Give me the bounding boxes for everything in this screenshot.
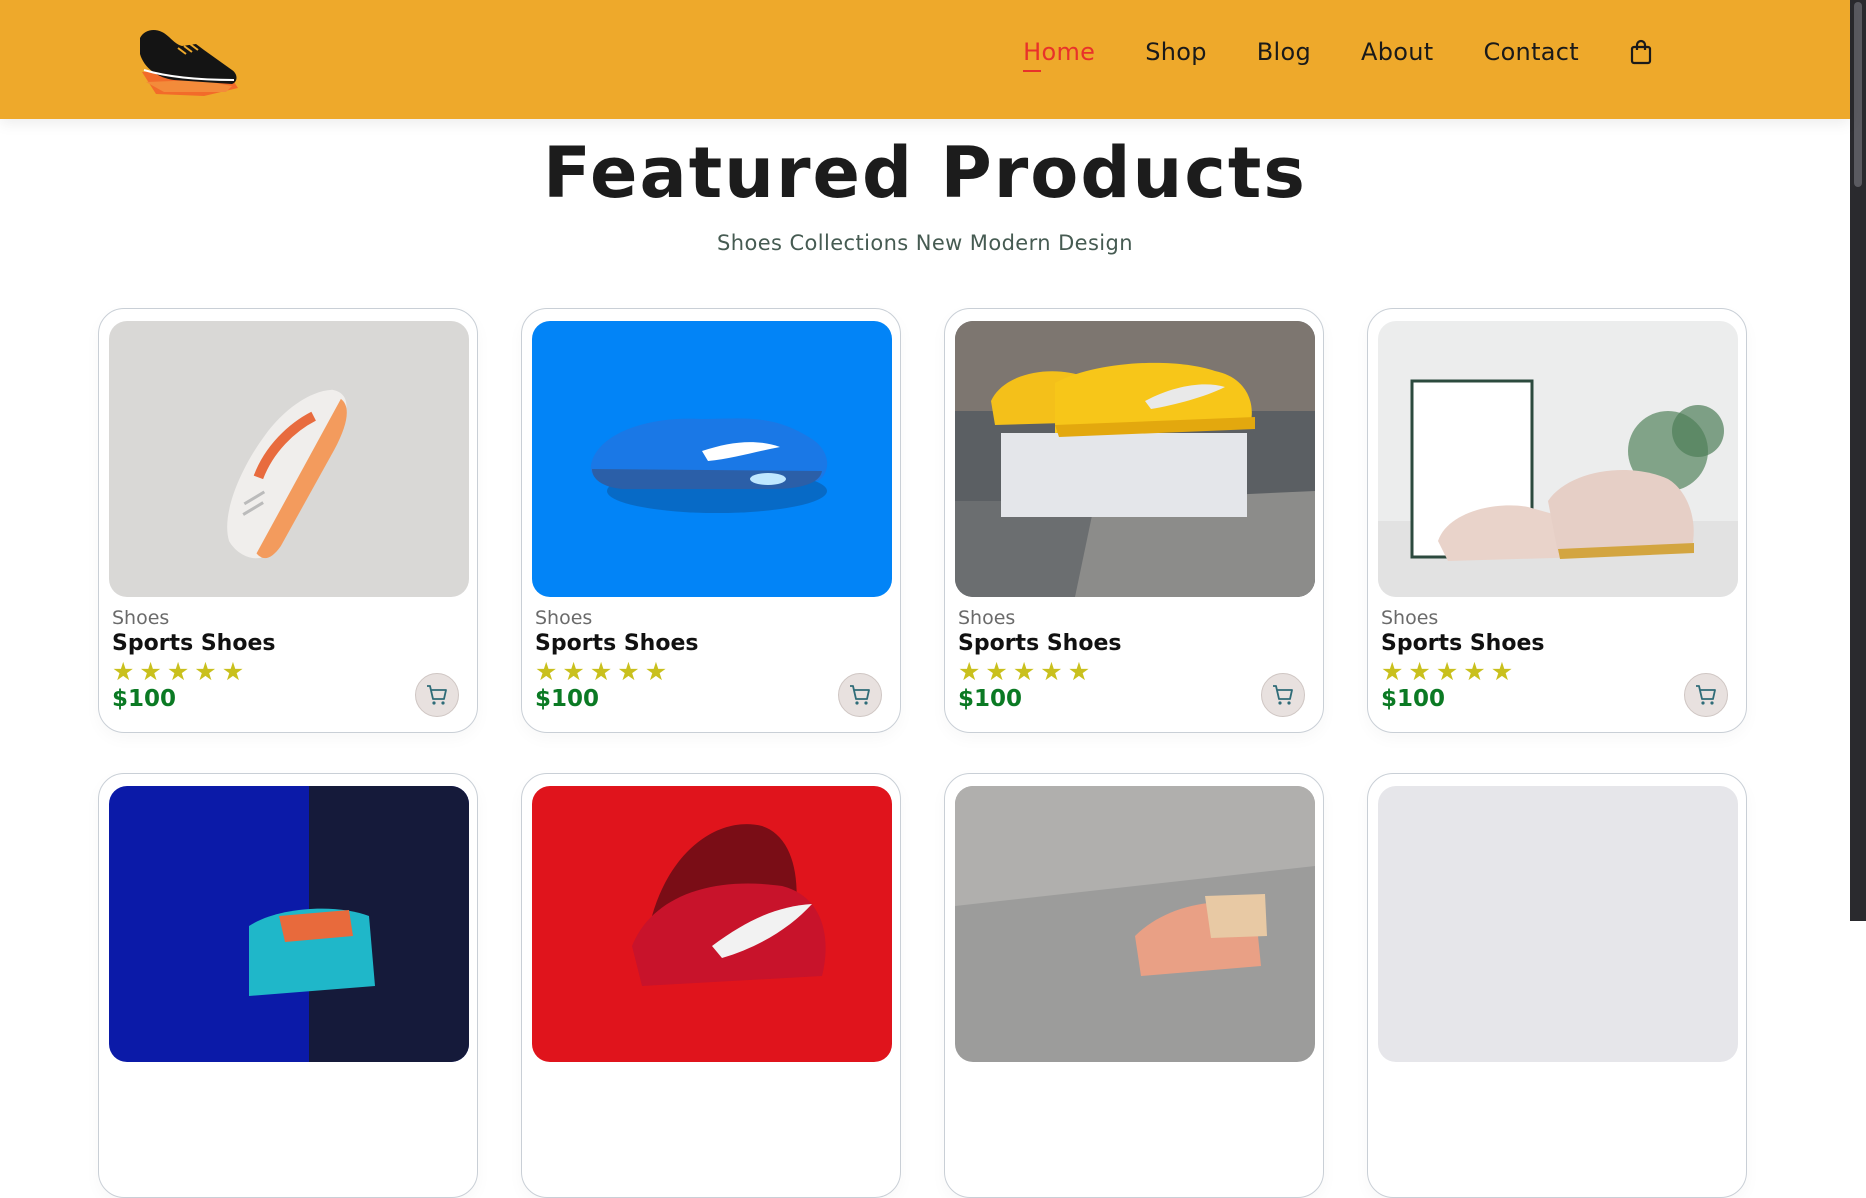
product-name[interactable]: Sports Shoes bbox=[958, 631, 1121, 656]
main-nav: Home Shop Blog About Contact bbox=[1023, 38, 1653, 72]
add-to-cart-button[interactable] bbox=[1261, 673, 1305, 717]
star-icon: ★ bbox=[562, 657, 585, 686]
star-icon: ★ bbox=[535, 657, 558, 686]
star-icon: ★ bbox=[1435, 657, 1459, 686]
site-header: Home Shop Blog About Contact bbox=[0, 0, 1850, 119]
star-icon: ★ bbox=[1067, 657, 1091, 686]
product-name[interactable]: Sports Shoes bbox=[535, 631, 698, 656]
star-icon: ★ bbox=[644, 657, 668, 686]
add-to-cart-button[interactable] bbox=[415, 673, 459, 717]
cart-icon bbox=[1273, 685, 1293, 705]
star-icon: ★ bbox=[221, 657, 245, 686]
page-scrollbar[interactable] bbox=[1850, 0, 1866, 921]
scrollbar-thumb[interactable] bbox=[1854, 2, 1862, 187]
product-image[interactable] bbox=[109, 321, 469, 597]
product-image[interactable] bbox=[1378, 786, 1738, 1062]
product-card[interactable] bbox=[521, 773, 901, 1198]
product-card[interactable]: Shoes Sports Shoes ★ ★ ★ ★ ★ $100 bbox=[944, 308, 1324, 733]
product-grid: Shoes Sports Shoes ★ ★ ★ ★ ★ $100 Shoes Sp bbox=[98, 308, 1749, 1198]
page-title: Featured Products bbox=[543, 132, 1307, 214]
product-card[interactable] bbox=[1367, 773, 1747, 1198]
star-icon: ★ bbox=[958, 657, 981, 686]
star-icon: ★ bbox=[985, 657, 1008, 686]
product-card[interactable] bbox=[98, 773, 478, 1198]
star-icon: ★ bbox=[589, 657, 613, 686]
product-card[interactable]: Shoes Sports Shoes ★ ★ ★ ★ ★ $100 bbox=[98, 308, 478, 733]
page-subtitle: Shoes Collections New Modern Design bbox=[717, 231, 1133, 255]
product-price: $100 bbox=[958, 686, 1023, 712]
star-rating: ★ ★ ★ ★ ★ bbox=[112, 659, 244, 685]
star-icon: ★ bbox=[1463, 657, 1486, 686]
star-icon: ★ bbox=[1408, 657, 1431, 686]
star-icon: ★ bbox=[1490, 657, 1514, 686]
add-to-cart-button[interactable] bbox=[838, 673, 882, 717]
product-category: Shoes bbox=[535, 607, 593, 629]
product-price: $100 bbox=[535, 686, 600, 712]
nav-blog[interactable]: Blog bbox=[1257, 38, 1311, 66]
star-icon: ★ bbox=[139, 657, 162, 686]
product-card[interactable]: Shoes Sports Shoes ★ ★ ★ ★ ★ $100 bbox=[1367, 308, 1747, 733]
product-image[interactable] bbox=[532, 786, 892, 1062]
nav-about[interactable]: About bbox=[1361, 38, 1433, 66]
nav-shop[interactable]: Shop bbox=[1145, 38, 1207, 66]
star-icon: ★ bbox=[1381, 657, 1404, 686]
product-category: Shoes bbox=[1381, 607, 1439, 629]
add-to-cart-button[interactable] bbox=[1684, 673, 1728, 717]
product-price: $100 bbox=[112, 686, 177, 712]
product-image[interactable] bbox=[955, 786, 1315, 1062]
star-icon: ★ bbox=[112, 657, 135, 686]
cart-icon bbox=[427, 685, 447, 705]
star-icon: ★ bbox=[617, 657, 640, 686]
nav-home[interactable]: Home bbox=[1023, 38, 1095, 72]
star-rating: ★ ★ ★ ★ ★ bbox=[535, 659, 667, 685]
product-name[interactable]: Sports Shoes bbox=[112, 631, 275, 656]
nav-contact[interactable]: Contact bbox=[1484, 38, 1579, 66]
star-icon: ★ bbox=[166, 657, 190, 686]
shopping-bag-icon[interactable] bbox=[1629, 38, 1653, 66]
product-card[interactable] bbox=[944, 773, 1324, 1198]
cart-icon bbox=[850, 685, 870, 705]
product-image[interactable] bbox=[955, 321, 1315, 597]
star-rating: ★ ★ ★ ★ ★ bbox=[1381, 659, 1513, 685]
product-image[interactable] bbox=[532, 321, 892, 597]
star-rating: ★ ★ ★ ★ ★ bbox=[958, 659, 1090, 685]
star-icon: ★ bbox=[194, 657, 217, 686]
product-category: Shoes bbox=[112, 607, 170, 629]
product-image[interactable] bbox=[109, 786, 469, 1062]
star-icon: ★ bbox=[1012, 657, 1036, 686]
cart-icon bbox=[1696, 685, 1716, 705]
product-name[interactable]: Sports Shoes bbox=[1381, 631, 1544, 656]
star-icon: ★ bbox=[1040, 657, 1063, 686]
product-category: Shoes bbox=[958, 607, 1016, 629]
product-image[interactable] bbox=[1378, 321, 1738, 597]
sneaker-logo-icon[interactable] bbox=[134, 10, 244, 100]
product-price: $100 bbox=[1381, 686, 1446, 712]
product-card[interactable]: Shoes Sports Shoes ★ ★ ★ ★ ★ $100 bbox=[521, 308, 901, 733]
